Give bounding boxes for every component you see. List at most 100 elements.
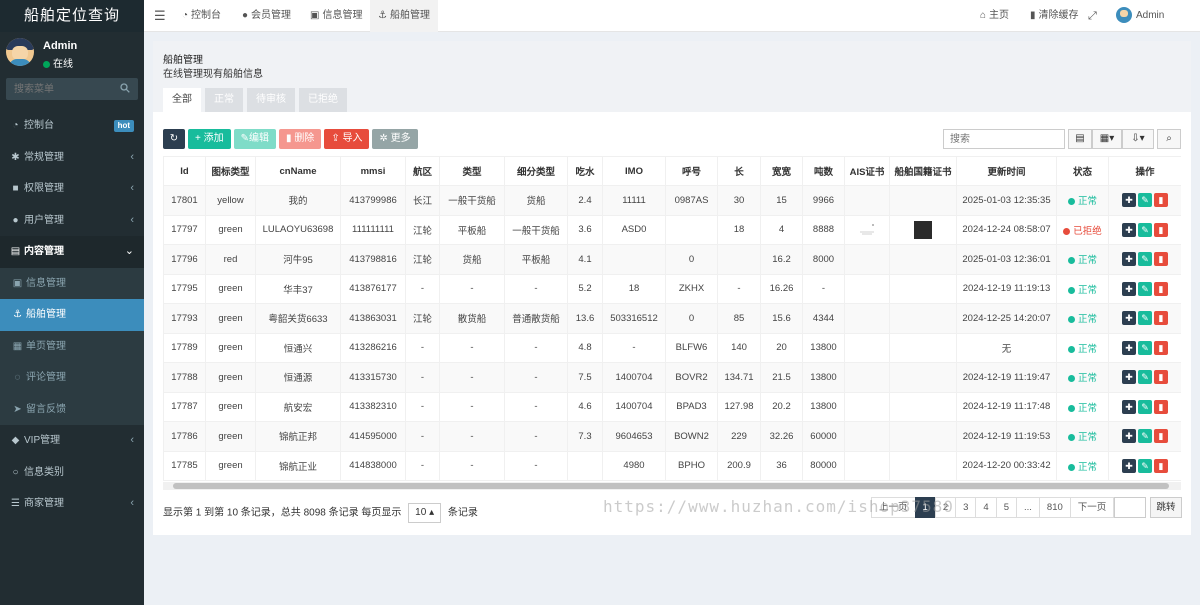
next-page-button[interactable]: 下一页 bbox=[1069, 497, 1115, 518]
column-header[interactable]: 航区 bbox=[405, 156, 440, 186]
trash-icon[interactable]: ▮ bbox=[1154, 252, 1168, 267]
table-row[interactable]: 17793 green 粤韶关货6633 413863031 江轮 散货船 普通散货船 13.… bbox=[163, 303, 1181, 334]
pencil-icon[interactable]: ✎ bbox=[1138, 399, 1152, 414]
move-icon[interactable]: ✚ bbox=[1122, 340, 1136, 355]
move-icon[interactable]: ✚ bbox=[1122, 252, 1136, 267]
trash-icon[interactable]: ▮ bbox=[1154, 340, 1168, 355]
table-row[interactable]: 17787 green 航安宏 413382310- - -4.6 1400704 BPAD3… bbox=[163, 391, 1181, 422]
sidebar-search-input[interactable] bbox=[6, 78, 116, 100]
table-row[interactable]: 17786 green 锦航正邦 414595000- - -7.3 9604653 BOWN… bbox=[163, 421, 1181, 452]
column-header[interactable]: 吃水 bbox=[567, 156, 603, 186]
column-header[interactable]: AIS证书 bbox=[844, 156, 890, 186]
move-icon[interactable]: ✚ bbox=[1122, 458, 1136, 473]
move-icon[interactable]: ✚ bbox=[1122, 429, 1136, 444]
tab-all[interactable]: 全部 bbox=[163, 88, 201, 112]
move-icon[interactable]: ✚ bbox=[1122, 193, 1136, 208]
table-row[interactable]: 17797 green LULAOYU63698 111111111 江轮 平板船 一般干货… bbox=[163, 214, 1181, 245]
sidebar-item-feedback[interactable]: ➤ 留言反馈 bbox=[0, 393, 144, 425]
pencil-icon[interactable]: ✎ bbox=[1138, 340, 1152, 355]
tab-members[interactable]: ● 会员管理 bbox=[242, 0, 291, 32]
table-row[interactable]: 17789 green 恒通兴 413286216- - -4.8- BLFW6 140 20 1… bbox=[163, 332, 1181, 363]
nationality-certificate-image[interactable] bbox=[914, 220, 932, 239]
trash-icon[interactable]: ▮ bbox=[1154, 193, 1168, 208]
table-row[interactable]: 17785 green 锦航正业 414838000- - -4980 BPHO 200.9 3… bbox=[163, 450, 1181, 481]
pencil-icon[interactable]: ✎ bbox=[1138, 429, 1152, 444]
tab-pending[interactable]: 待审核 bbox=[247, 88, 295, 112]
column-header[interactable]: 吨数 bbox=[802, 156, 845, 186]
page-button[interactable]: 3 bbox=[955, 497, 977, 518]
tab-rejected[interactable]: 已拒绝 bbox=[299, 88, 347, 112]
column-header[interactable]: 呼号 bbox=[665, 156, 718, 186]
column-header[interactable]: cnName bbox=[255, 156, 341, 186]
tab-info[interactable]: ▣ 信息管理 bbox=[310, 0, 362, 32]
user-menu[interactable]: Admin bbox=[1116, 0, 1164, 32]
page-size-select[interactable]: 10 ▴ bbox=[408, 503, 442, 523]
trash-icon[interactable]: ▮ bbox=[1154, 222, 1168, 237]
sidebar-item-vip[interactable]: ◆ VIP管理 ‹ bbox=[0, 425, 144, 457]
clear-cache-button[interactable]: ▮ 清除缓存 bbox=[1030, 0, 1079, 32]
sidebar-item-content[interactable]: ▤ 内容管理 ⌄ bbox=[0, 236, 144, 268]
table-row[interactable]: 17796 red 河牛95 413798816 江轮 货船 平板船 4.1 0 16.2 8000… bbox=[163, 244, 1181, 275]
pencil-icon[interactable]: ✎ bbox=[1138, 370, 1152, 385]
column-header[interactable]: IMO bbox=[602, 156, 666, 186]
trash-icon[interactable]: ▮ bbox=[1154, 370, 1168, 385]
scrollbar-thumb[interactable] bbox=[173, 483, 1169, 489]
sidebar-search[interactable] bbox=[6, 78, 138, 100]
search-icon[interactable] bbox=[120, 83, 130, 93]
column-header[interactable]: 操作 bbox=[1108, 156, 1181, 186]
toggle-view-button[interactable]: ▤ bbox=[1068, 129, 1092, 149]
page-button[interactable]: 810 bbox=[1038, 497, 1071, 518]
pencil-icon[interactable]: ✎ bbox=[1138, 252, 1152, 267]
pencil-icon[interactable]: ✎ bbox=[1138, 222, 1152, 237]
column-header[interactable]: 长 bbox=[717, 156, 761, 186]
page-button[interactable]: 4 bbox=[975, 497, 997, 518]
trash-icon[interactable]: ▮ bbox=[1154, 429, 1168, 444]
table-row[interactable]: 17801 yellow 我的 413799986 长江 一般干货船 货船 2.4 11111 0… bbox=[163, 185, 1181, 216]
jump-page-input[interactable] bbox=[1114, 497, 1146, 518]
column-header[interactable]: 船舶国籍证书 bbox=[889, 156, 957, 186]
column-header[interactable]: 宽宽 bbox=[760, 156, 803, 186]
sidebar-item-pages[interactable]: ▦ 单页管理 bbox=[0, 330, 144, 362]
export-button[interactable]: ⇩▾ bbox=[1122, 129, 1154, 149]
pencil-icon[interactable]: ✎ bbox=[1138, 281, 1152, 296]
fullscreen-icon[interactable]: ⤢ bbox=[1088, 0, 1097, 32]
sidebar-item-dashboard[interactable]: ◔ 控制台 hot bbox=[0, 110, 144, 142]
column-header[interactable]: mmsi bbox=[340, 156, 406, 186]
move-icon[interactable]: ✚ bbox=[1122, 370, 1136, 385]
edit-button[interactable]: ✎编辑 bbox=[233, 129, 277, 149]
jump-button[interactable]: 跳转 bbox=[1150, 497, 1182, 518]
column-header[interactable]: Id bbox=[163, 156, 206, 186]
move-icon[interactable]: ✚ bbox=[1122, 311, 1136, 326]
sidebar-item-info[interactable]: ▣ 信息管理 bbox=[0, 267, 144, 299]
tab-ships[interactable]: ⚓ 船舶管理 bbox=[370, 0, 438, 32]
refresh-button[interactable]: ↻ bbox=[163, 129, 185, 149]
page-button[interactable]: 5 bbox=[995, 497, 1017, 518]
move-icon[interactable]: ✚ bbox=[1122, 222, 1136, 237]
sidebar-item-general[interactable]: ✱ 常规管理 ‹ bbox=[0, 142, 144, 174]
table-row[interactable]: 17788 green 恒通源 413315730- - -7.5 1400704 BOVR2… bbox=[163, 362, 1181, 393]
sidebar-item-permissions[interactable]: ■ 权限管理 ‹ bbox=[0, 173, 144, 205]
table-search[interactable] bbox=[943, 129, 1065, 149]
table-search-input[interactable] bbox=[944, 130, 1062, 148]
trash-icon[interactable]: ▮ bbox=[1154, 311, 1168, 326]
pencil-icon[interactable]: ✎ bbox=[1138, 193, 1152, 208]
move-icon[interactable]: ✚ bbox=[1122, 281, 1136, 296]
sidebar-item-merchants[interactable]: ☰ 商家管理 ‹ bbox=[0, 488, 144, 520]
page-button[interactable]: ... bbox=[1016, 497, 1040, 518]
import-button[interactable]: ⇪ 导入 bbox=[324, 129, 370, 149]
table-row[interactable]: 17795 green 华丰37 413876177- - -5.2 18 ZKHX -16.2… bbox=[163, 273, 1181, 304]
pencil-icon[interactable]: ✎ bbox=[1138, 458, 1152, 473]
move-icon[interactable]: ✚ bbox=[1122, 399, 1136, 414]
search-toggle-button[interactable]: ⌕ bbox=[1157, 129, 1181, 149]
delete-button[interactable]: ▮ 删除 bbox=[279, 129, 322, 149]
column-header[interactable]: 更新时间 bbox=[956, 156, 1057, 186]
sidebar-item-info-category[interactable]: ○ 信息类别 bbox=[0, 457, 144, 489]
sidebar-toggle-icon[interactable]: ☰ bbox=[154, 0, 170, 32]
ais-certificate-image[interactable] bbox=[857, 223, 877, 237]
column-header[interactable]: 类型 bbox=[439, 156, 505, 186]
columns-button[interactable]: ▦▾ bbox=[1092, 129, 1122, 149]
home-link[interactable]: ⌂ 主页 bbox=[980, 0, 1009, 32]
sidebar-item-ships[interactable]: ⚓ 船舶管理 bbox=[0, 299, 144, 331]
trash-icon[interactable]: ▮ bbox=[1154, 281, 1168, 296]
column-header[interactable]: 图标类型 bbox=[205, 156, 256, 186]
